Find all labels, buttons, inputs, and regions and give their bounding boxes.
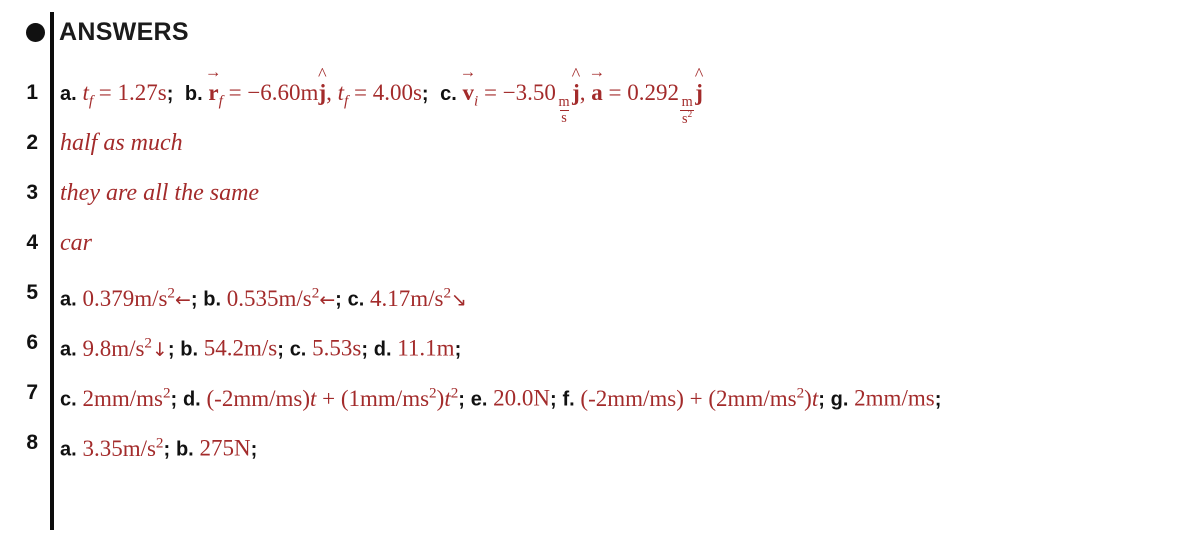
answer-content: a. 3.35m/s2; b. 275N; [46, 426, 257, 467]
part-label-b: b. [175, 439, 194, 462]
answer-content: they are all the same [46, 176, 259, 210]
answer-content: a. 0.379m/s2←; b. 0.535m/s2←; c. 4.17m/s… [46, 276, 467, 317]
answer-row: 6 a. 9.8m/s2↓; b. 54.2m/s; c. 5.53s; d. … [0, 326, 1200, 376]
part-label-a: a. [60, 83, 77, 105]
part-label-a: a. [60, 339, 77, 362]
answer-content: half as much [46, 126, 183, 160]
part-label-f: f. [562, 389, 575, 412]
down-right-arrow-icon: ↘ [451, 289, 467, 312]
part-separator: ; [163, 439, 171, 462]
filled-circle-bullet-icon [26, 22, 45, 42]
part-separator: ; [421, 83, 429, 105]
part-label-e: e. [470, 389, 488, 412]
part-value-b: 54.2m/s [203, 336, 278, 362]
part-separator: ; [167, 339, 175, 362]
part-label-a: a. [60, 289, 77, 312]
part-separator: ; [458, 389, 465, 412]
part-separator: ; [190, 289, 198, 312]
page-title: ANSWERS [59, 17, 189, 46]
part-label-d: d. [182, 389, 201, 412]
answer-content: a. tf = 1.27s; b. rf = −6.60mj, tf = 4.0… [46, 76, 703, 126]
part-separator: ; [550, 389, 557, 412]
answer-row: 3 they are all the same [0, 176, 1200, 226]
answer-row: 2 half as much [0, 126, 1200, 176]
part-value-c: 4.17m/s2↘ [370, 284, 467, 312]
part-separator: ; [934, 389, 942, 412]
answer-number: 1 [26, 81, 38, 104]
part-value-c: vi = −3.50msj, a = 0.292ms2j [463, 80, 703, 126]
part-value-a: 3.35m/s2 [82, 434, 164, 462]
answer-content: car [46, 226, 92, 260]
part-value-b: rf = −6.60mj, tf = 4.00s [208, 80, 421, 110]
part-separator: ; [277, 339, 284, 362]
part-value-c: 2mm/ms2 [82, 384, 171, 412]
part-value-a: 9.8m/s2↓ [82, 334, 168, 362]
answer-number: 7 [26, 381, 38, 405]
part-label-b: b. [203, 289, 222, 312]
answer-number: 3 [26, 181, 38, 205]
part-separator: ; [166, 83, 174, 105]
answer-number: 4 [26, 231, 38, 255]
part-label-d: d. [373, 339, 392, 362]
answer-row: 1 a. tf = 1.27s; b. rf = −6.60mj, tf = 4… [0, 76, 1200, 126]
part-label-b: b. [184, 83, 203, 105]
answers-header: ANSWERS [0, 10, 189, 54]
answer-content: c. 2mm/ms2; d. (-2mm/ms)t + (1mm/ms2)t2;… [46, 376, 941, 417]
answer-row: 7 c. 2mm/ms2; d. (-2mm/ms)t + (1mm/ms2)t… [0, 376, 1200, 426]
part-value-b: 275N [199, 436, 251, 462]
answer-number: 2 [26, 131, 38, 155]
part-label-c: c. [289, 339, 307, 362]
answer-text: half as much [60, 130, 183, 157]
answer-number: 6 [26, 331, 38, 355]
answer-list: 1 a. tf = 1.27s; b. rf = −6.60mj, tf = 4… [0, 76, 1200, 476]
part-value-c: 5.53s [312, 336, 362, 362]
part-value-g: 2mm/ms [854, 386, 935, 412]
part-value-a: 0.379m/s2← [82, 284, 191, 312]
answer-number: 5 [26, 281, 38, 305]
answer-row: 5 a. 0.379m/s2←; b. 0.535m/s2←; c. 4.17m… [0, 276, 1200, 326]
part-separator: ; [250, 439, 258, 462]
part-value-f: (-2mm/ms) + (2mm/ms2)t [580, 384, 819, 412]
answers-section: ANSWERS 1 a. tf = 1.27s; b. rf = −6.60mj… [0, 0, 1200, 541]
answer-text: car [60, 230, 92, 257]
part-label-a: a. [60, 439, 77, 462]
left-arrow-icon: ← [319, 289, 336, 312]
part-value-e: 20.0N [493, 386, 551, 412]
answer-row: 8 a. 3.35m/s2; b. 275N; [0, 426, 1200, 476]
part-separator: ; [454, 339, 462, 362]
left-arrow-icon: ← [175, 289, 191, 312]
part-separator: ; [170, 389, 178, 412]
part-value-b: 0.535m/s2← [226, 284, 336, 312]
part-value-a: tf = 1.27s [82, 80, 167, 110]
part-separator: ; [818, 389, 825, 412]
part-value-d: (-2mm/ms)t + (1mm/ms2)t2 [206, 384, 459, 412]
answer-row: 4 car [0, 226, 1200, 276]
part-label-b: b. [180, 339, 199, 362]
answer-number: 8 [26, 431, 38, 455]
part-label-c: c. [440, 83, 457, 105]
part-label-c: c. [347, 289, 365, 312]
part-separator: ; [361, 339, 368, 362]
part-value-d: 11.1m [397, 336, 455, 362]
answer-text: they are all the same [60, 180, 260, 207]
part-separator: ; [335, 289, 342, 312]
answer-content: a. 9.8m/s2↓; b. 54.2m/s; c. 5.53s; d. 11… [46, 326, 461, 367]
part-label-g: g. [830, 389, 849, 412]
part-label-c: c. [60, 389, 77, 412]
down-arrow-icon: ↓ [152, 339, 168, 362]
